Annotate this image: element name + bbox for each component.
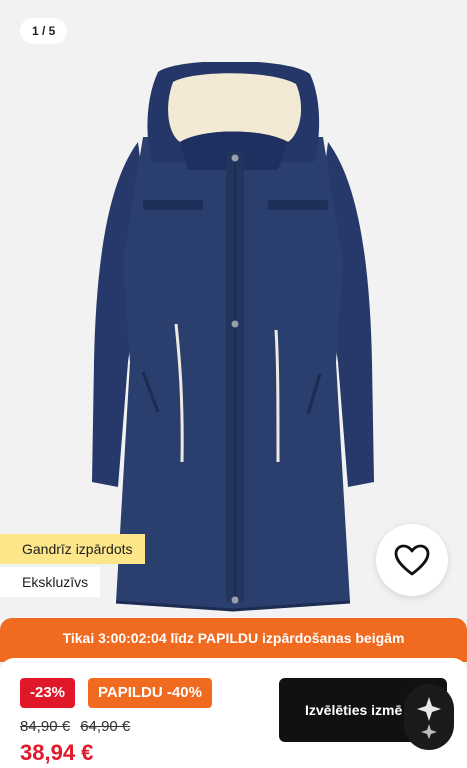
- old-price-original: 84,90 €: [20, 718, 71, 735]
- discount-tag: -23%: [20, 678, 76, 708]
- current-price: 38,94 €: [20, 740, 94, 765]
- exclusive-badge: Ekskluzīvs: [0, 567, 101, 597]
- old-price-previous: 64,90 €: [80, 718, 131, 735]
- assistant-widget-button[interactable]: [404, 684, 454, 750]
- image-counter: 1 / 5: [20, 18, 68, 44]
- extra-sale-tag: PAPILDU -40%: [88, 678, 212, 708]
- purchase-panel: -23% PAPILDU -40% 84,90 € 64,90 € 38,94 …: [0, 658, 467, 768]
- favorite-button[interactable]: [376, 524, 448, 596]
- old-prices: 84,90 € 64,90 €: [20, 718, 136, 735]
- product-image-gallery[interactable]: 1 / 5 Gandrīz izpārdots Ekskluzīvs: [0, 0, 467, 620]
- heart-icon: [394, 544, 430, 576]
- almost-sold-out-badge: Gandrīz izpārdots: [0, 534, 145, 564]
- sparkle-icon: [417, 697, 441, 739]
- sale-countdown-banner: Tikai 3:00:02:04 līdz PAPILDU izpārdošan…: [0, 618, 467, 662]
